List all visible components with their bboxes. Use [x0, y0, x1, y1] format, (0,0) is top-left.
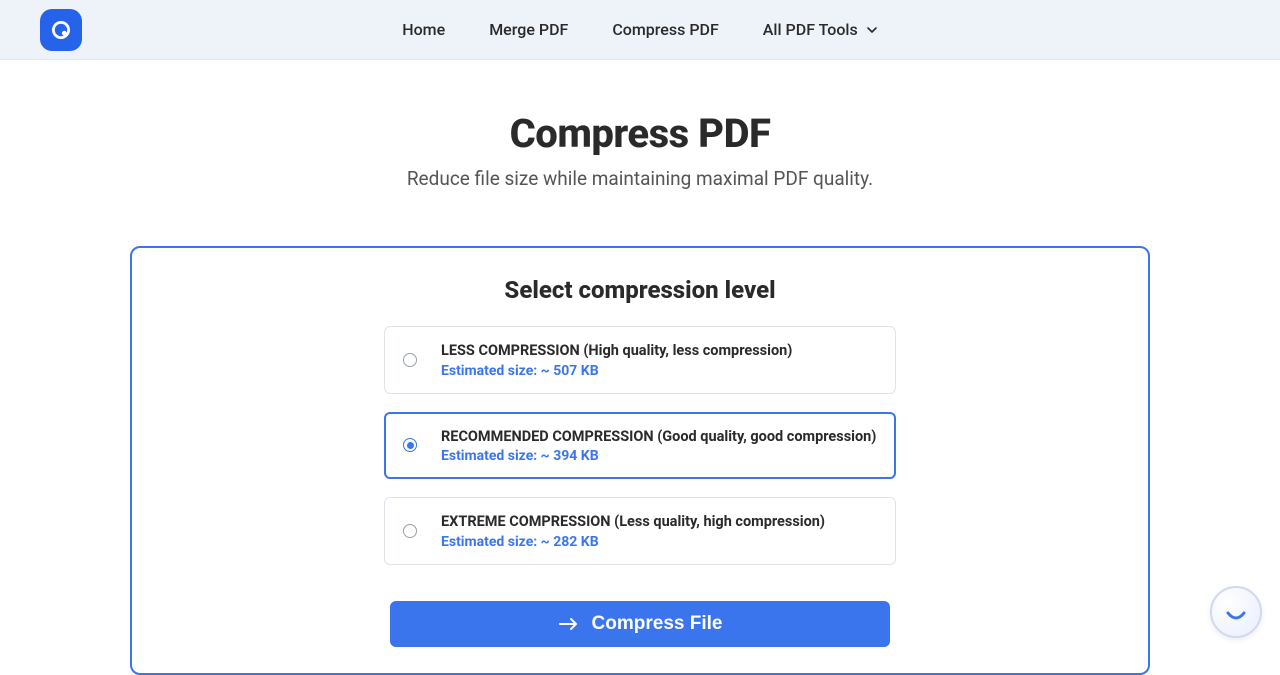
option-extreme-compression[interactable]: EXTREME COMPRESSION (Less quality, high …: [384, 497, 896, 565]
nav-merge-label: Merge PDF: [489, 20, 568, 39]
option-recommended-compression[interactable]: RECOMMENDED COMPRESSION (Good quality, g…: [384, 412, 896, 480]
compress-file-button[interactable]: Compress File: [390, 601, 890, 647]
arrow-right-icon: [558, 616, 580, 632]
nav-home-label: Home: [402, 20, 445, 39]
option-title: RECOMMENDED COMPRESSION (Good quality, g…: [441, 427, 877, 447]
radio-icon: [403, 524, 417, 538]
panel-title: Select compression level: [172, 276, 1108, 304]
nav-compress-label: Compress PDF: [612, 20, 718, 39]
main-nav: Home Merge PDF Compress PDF All PDF Tool…: [112, 20, 1168, 39]
option-estimated-size: Estimated size: ~ 507 KB: [441, 363, 877, 379]
radio-icon: [403, 353, 417, 367]
radio-icon: [403, 438, 417, 452]
page-subtitle: Reduce file size while maintaining maxim…: [0, 167, 1280, 190]
nav-merge-pdf[interactable]: Merge PDF: [489, 20, 568, 39]
option-title: LESS COMPRESSION (High quality, less com…: [441, 341, 877, 361]
option-estimated-size: Estimated size: ~ 282 KB: [441, 534, 877, 550]
option-estimated-size: Estimated size: ~ 394 KB: [441, 448, 877, 464]
smile-icon: [1221, 597, 1251, 627]
option-text: RECOMMENDED COMPRESSION (Good quality, g…: [441, 427, 877, 465]
page-title: Compress PDF: [0, 110, 1280, 157]
nav-compress-pdf[interactable]: Compress PDF: [612, 20, 718, 39]
option-text: EXTREME COMPRESSION (Less quality, high …: [441, 512, 877, 550]
nav-all-tools[interactable]: All PDF Tools: [763, 20, 878, 39]
topbar: Home Merge PDF Compress PDF All PDF Tool…: [0, 0, 1280, 60]
compress-button-label: Compress File: [592, 613, 723, 635]
chat-widget-button[interactable]: [1210, 586, 1262, 638]
nav-home[interactable]: Home: [402, 20, 445, 39]
nav-all-tools-label: All PDF Tools: [763, 20, 858, 39]
logo-icon: [49, 18, 73, 42]
compression-options: LESS COMPRESSION (High quality, less com…: [172, 326, 1108, 647]
logo[interactable]: [40, 9, 82, 51]
option-less-compression[interactable]: LESS COMPRESSION (High quality, less com…: [384, 326, 896, 394]
chevron-down-icon: [866, 24, 878, 36]
compression-panel: Select compression level LESS COMPRESSIO…: [130, 246, 1150, 675]
option-title: EXTREME COMPRESSION (Less quality, high …: [441, 512, 877, 532]
page-header: Compress PDF Reduce file size while main…: [0, 110, 1280, 190]
option-text: LESS COMPRESSION (High quality, less com…: [441, 341, 877, 379]
